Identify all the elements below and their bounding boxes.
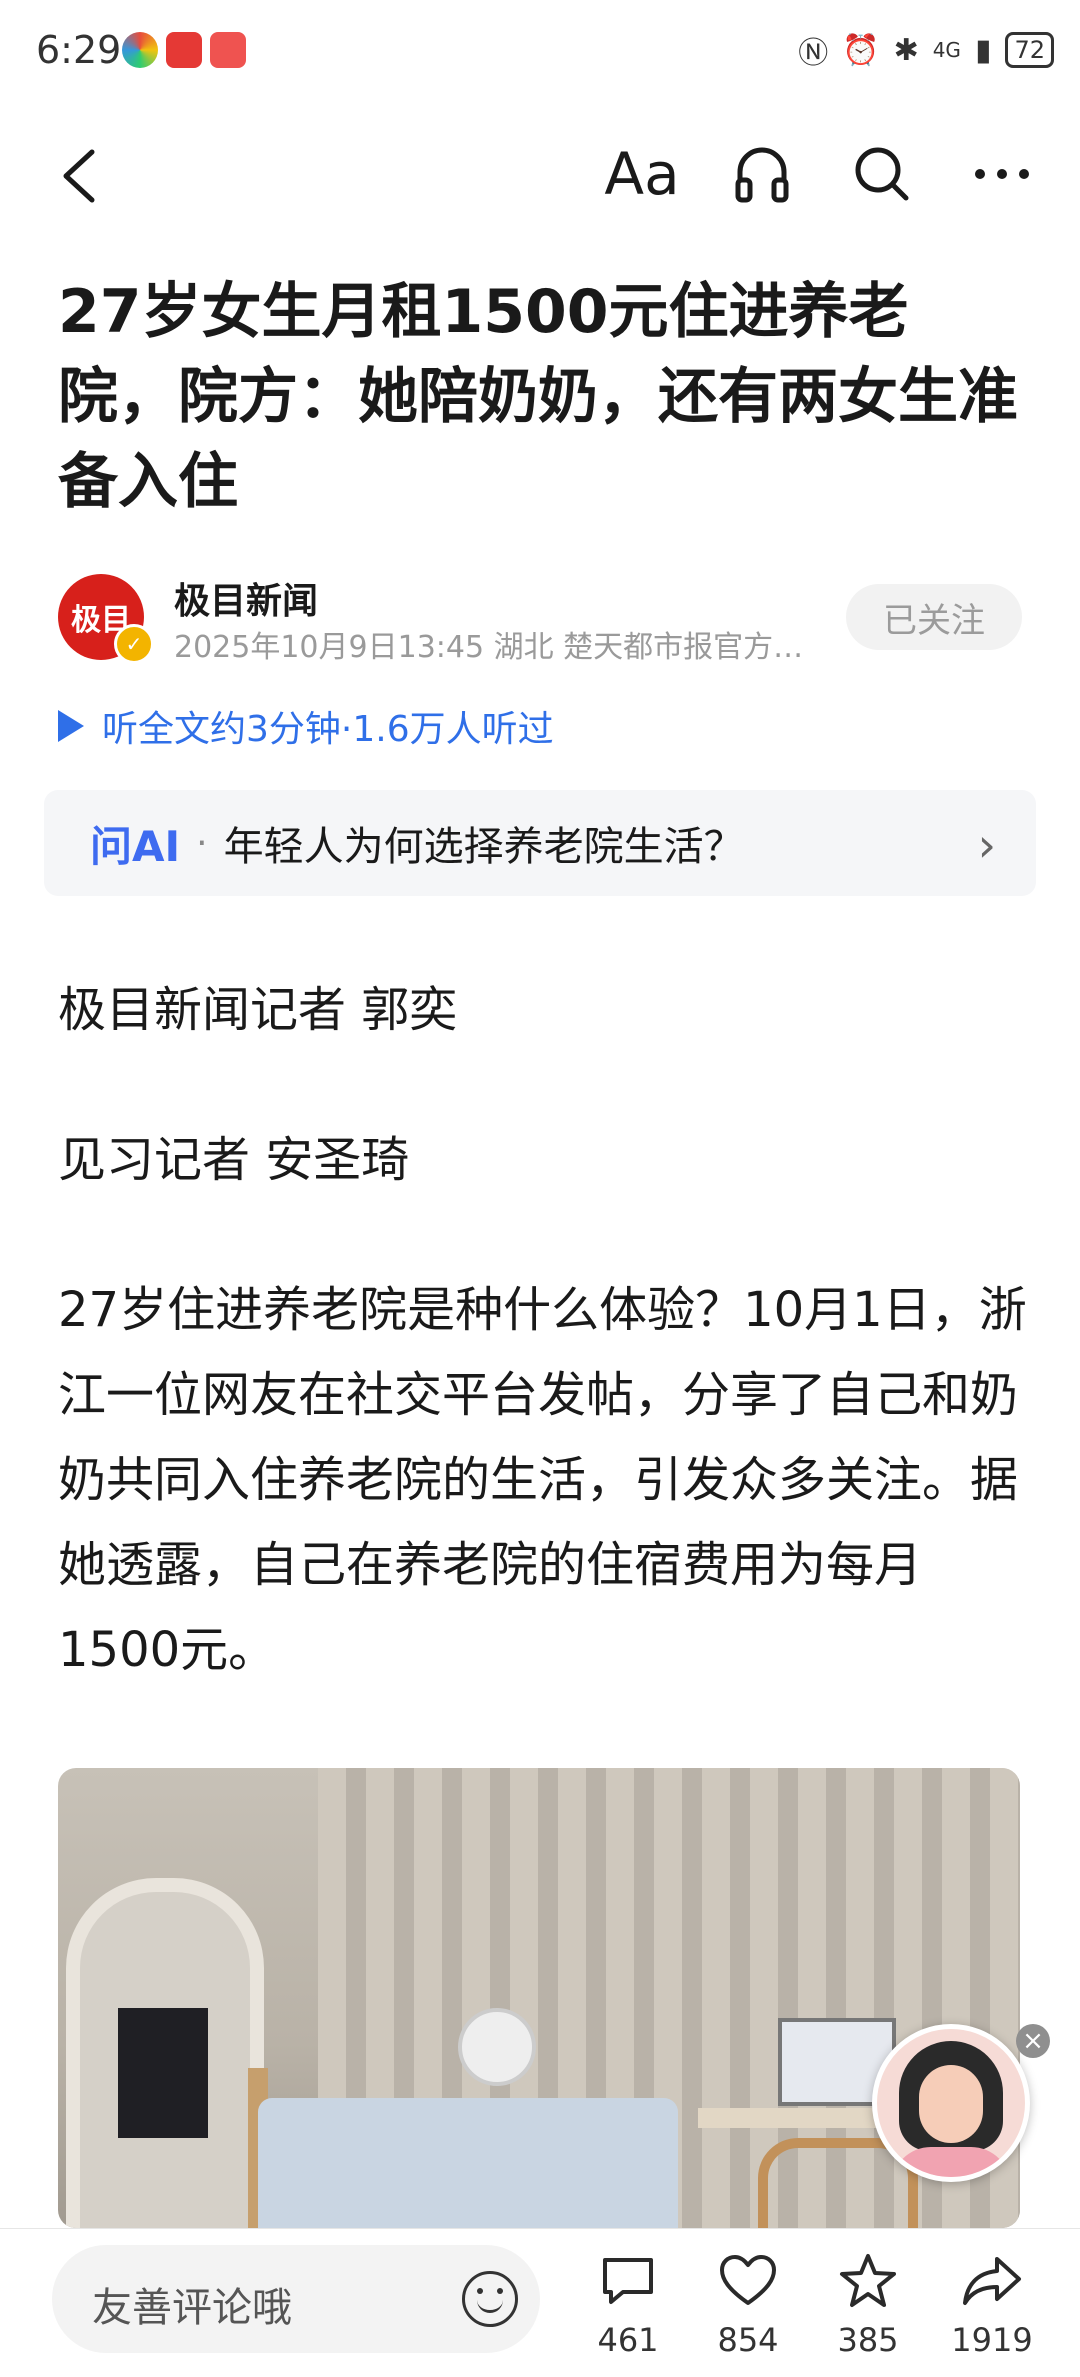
avatar-shirt — [891, 2147, 1011, 2177]
comment-placeholder: 友善评论哦 — [92, 2285, 292, 2331]
font-size-icon[interactable]: Aa — [604, 136, 680, 212]
signal-bars-icon: ▮ — [974, 32, 992, 68]
verified-icon: ✓ — [114, 624, 154, 664]
play-icon — [58, 710, 84, 742]
star-icon — [818, 2249, 918, 2313]
article-photo[interactable] — [58, 1768, 1020, 2228]
favorite-count: 385 — [837, 2321, 899, 2359]
comment-button[interactable]: 461 — [578, 2249, 678, 2359]
font-size-label: Aa — [604, 140, 680, 208]
status-time: 6:29 — [36, 28, 122, 72]
listen-label: 听全文约3分钟·1.6万人听过 — [102, 709, 554, 750]
close-icon[interactable]: × — [1016, 2024, 1050, 2058]
share-button[interactable]: 1919 — [942, 2249, 1042, 2359]
ai-assistant-avatar[interactable] — [872, 2024, 1030, 2182]
comment-input[interactable]: 友善评论哦 — [52, 2245, 540, 2353]
app-notification-icon — [122, 32, 158, 68]
emoji-icon[interactable] — [462, 2271, 518, 2327]
status-indicators: Ⓝ ⏰ ✱ 4G ▮ 72 — [798, 28, 1054, 72]
photo-tv — [118, 2008, 208, 2138]
alarm-icon: ⏰ — [842, 32, 880, 68]
comment-count: 461 — [597, 2321, 659, 2359]
headphones-icon[interactable] — [724, 136, 800, 212]
source-name[interactable]: 极目新闻 — [174, 572, 318, 624]
avatar-face — [919, 2065, 983, 2143]
paragraph-reporter: 极目新闻记者 郭奕 — [58, 982, 458, 1038]
bluetooth-icon: ✱ — [893, 32, 919, 68]
share-count: 1919 — [951, 2321, 1033, 2359]
battery-indicator: 72 — [1005, 32, 1054, 68]
signal-icon: 4G — [932, 38, 961, 62]
like-count: 854 — [717, 2321, 779, 2359]
photo-fan — [458, 2008, 536, 2086]
nfc-icon: Ⓝ — [798, 36, 829, 71]
app-notification-icon — [210, 32, 246, 68]
ask-ai-label: 问AI — [90, 821, 181, 871]
chevron-right-icon: › — [977, 818, 996, 872]
favorite-button[interactable]: 385 — [818, 2249, 918, 2359]
article-title: 27岁女生月租1500元住进养老院，院方：她陪奶奶，还有两女生准备入住 — [58, 277, 1018, 517]
paragraph-trainee-reporter: 见习记者 安圣琦 — [58, 1132, 410, 1188]
back-arrow-icon[interactable] — [56, 148, 108, 204]
follow-button[interactable]: 已关注 — [846, 584, 1022, 650]
like-button[interactable]: 854 — [698, 2249, 798, 2359]
photo-bed — [258, 2098, 678, 2228]
app-notification-icon — [166, 32, 202, 68]
paragraph-lead: 27岁住进养老院是种什么体验？10月1日，浙江一位网友在社交平台发帖，分享了自己… — [58, 1282, 1027, 1678]
status-bar: 6:29 Ⓝ ⏰ ✱ 4G ▮ 72 — [0, 0, 1080, 108]
more-icon[interactable] — [964, 136, 1040, 212]
author-row: 极目 ✓ 极目新闻 2025年10月9日13:45 湖北 楚天都市报官方… 已关… — [58, 572, 1022, 665]
ask-ai-card[interactable]: 问AI · 年轻人为何选择养老院生活？ › — [44, 790, 1036, 896]
heart-icon — [698, 2249, 798, 2313]
comment-icon — [578, 2249, 678, 2313]
top-nav: Aa — [0, 130, 1080, 220]
source-meta: 2025年10月9日13:45 湖北 楚天都市报官方… — [174, 630, 804, 665]
listen-button[interactable]: 听全文约3分钟·1.6万人听过 — [58, 700, 554, 752]
bottom-bar: 友善评论哦 461 854 385 1919 — [0, 2228, 1080, 2377]
share-icon — [942, 2249, 1042, 2313]
ask-ai-question: 年轻人为何选择养老院生活？ — [223, 824, 744, 870]
search-icon[interactable] — [844, 136, 920, 212]
ask-ai-separator: · — [196, 822, 208, 864]
